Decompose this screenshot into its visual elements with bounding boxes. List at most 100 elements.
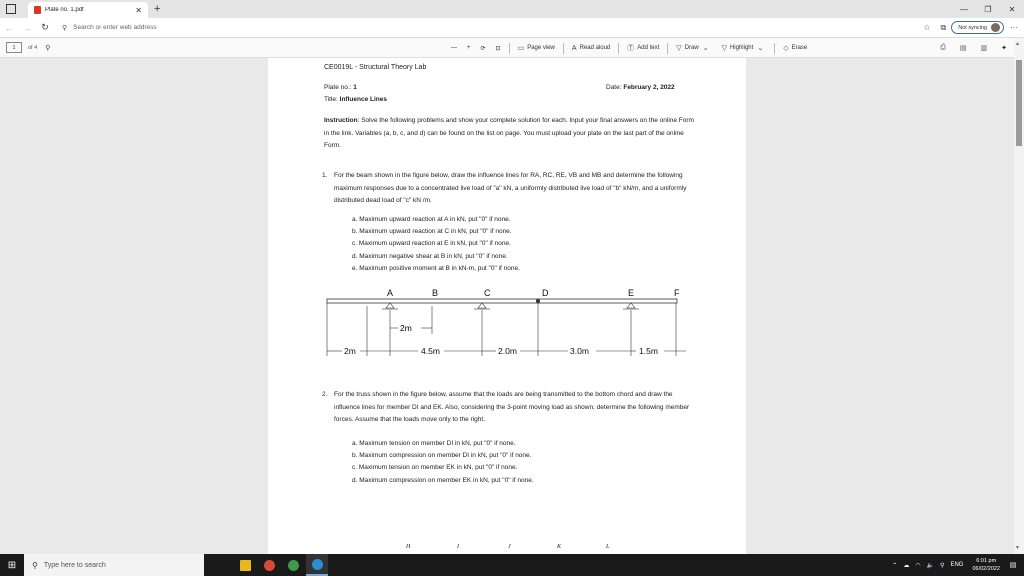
beam [326,298,678,304]
dim-label: 2m [344,346,356,356]
add-text-button[interactable]: Ⓣ Add text [627,43,659,53]
clock[interactable]: 6:01 pm 06/02/2022 [972,557,1000,573]
scroll-up-icon[interactable]: ▲ [1015,41,1020,47]
divider [618,42,620,54]
date-label: Date: [606,84,624,91]
profile-sync-button[interactable]: Not syncing [951,21,1004,34]
chevron-down-icon[interactable]: ⌄ [703,44,709,52]
beam-figure: A B C D E F 2m 2m 4.5m 2.0m 3.0m 1.5m [326,288,686,356]
question-1-items: a. Maximum upward reaction at A in kN, p… [352,214,520,275]
point-label-f: F [674,288,680,298]
date: 06/02/2022 [972,566,1000,572]
hinge-d [536,299,540,303]
chevron-down-icon[interactable]: ⌄ [757,44,763,52]
plate-label: Plate no.: [324,84,354,91]
point-label-e: E [628,288,634,298]
chrome-icon[interactable] [258,554,280,576]
cloud-icon[interactable]: ☁ [903,562,909,569]
truss-node-label: H [406,544,411,550]
tab-actions-icon[interactable] [6,4,16,14]
read-aloud-icon: A [571,44,577,52]
instruction-paragraph: Instruction: Solve the following problem… [324,115,694,153]
notification-icon[interactable]: ▤ [1006,561,1020,569]
zoom-in-button[interactable]: + [467,45,471,51]
search-icon: ⚲ [62,24,68,32]
vertical-scrollbar[interactable]: ▲ ▼ [1014,38,1024,554]
dim-label: 2.0m [498,346,517,356]
edge-icon[interactable] [306,554,328,576]
file-explorer-icon[interactable] [234,554,256,576]
chrome-profile-icon[interactable] [282,554,304,576]
address-bar: ← → ↻ ⚲ Search or enter web address ☆ ⧉ … [0,18,1024,38]
question-number: 2. [322,391,328,398]
print-icon[interactable]: ⎙ [940,44,946,52]
wifi-icon[interactable]: ◠ [915,562,920,569]
course-title: CE0019L - Structural Theory Lab [324,64,427,71]
highlight-icon: ▽ [721,45,727,52]
pdf-search-icon[interactable]: ⚲ [45,44,50,52]
save-icon[interactable]: ▤ [960,44,967,52]
fit-page-icon[interactable]: ⊡ [496,45,501,52]
pdf-viewer[interactable]: CE0019L - Structural Theory Lab Plate no… [0,58,1014,554]
more-menu-icon[interactable]: ··· [1010,23,1018,32]
read-aloud-label: Read aloud [579,45,611,51]
plate-value: 1 [353,84,357,91]
add-text-label: Add text [637,45,660,51]
question-text: For the beam shown in the figure below, … [334,172,687,204]
browser-tab[interactable]: Plate no. 1.pdf ✕ [28,2,148,18]
page-view-button[interactable]: ▭ Page view [518,44,555,52]
new-tab-icon[interactable]: + [154,3,160,15]
zoom-out-button[interactable]: — [451,45,457,51]
scrollbar-thumb[interactable] [1016,60,1022,146]
back-icon[interactable]: ← [0,23,18,33]
chevron-up-icon[interactable]: ⌃ [892,562,897,569]
list-item: e. Maximum positive moment at B in kN-m,… [352,264,520,272]
date-line: Date: February 2, 2022 [606,84,675,91]
network-icon[interactable]: ⚲ [940,562,944,569]
favorites-icon[interactable]: ☆ [923,23,930,32]
highlight-button[interactable]: ▽ Highlight ⌄ [722,44,767,52]
divider [774,42,776,54]
restore-icon[interactable]: ❐ [976,5,1000,14]
point-label-b: B [432,288,438,298]
title-bar: Plate no. 1.pdf ✕ + — ❐ ✕ [0,0,1024,18]
refresh-icon[interactable]: ↻ [36,22,54,33]
window-controls: — ❐ ✕ [952,0,1024,18]
point-label-d: D [542,288,549,298]
scroll-down-icon[interactable]: ▼ [1015,545,1020,551]
page-number-input[interactable]: 1 [6,42,22,53]
divider [562,42,564,54]
windows-start-icon[interactable]: ⊞ [0,560,24,571]
minimize-icon[interactable]: — [952,5,976,14]
read-aloud-button[interactable]: A Read aloud [572,45,610,52]
forward-icon[interactable]: → [18,23,36,33]
plate-line: Plate no.: 1 [324,84,357,91]
tab-title: Plate no. 1.pdf [45,7,84,13]
rotate-icon[interactable]: ⟳ [481,45,486,52]
taskbar-search-input[interactable]: ⚲ Type here to search [24,554,204,576]
truss-node-label: J [508,544,511,550]
language-label[interactable]: ENG [950,562,963,568]
search-icon: ⚲ [32,560,38,570]
address-input[interactable]: ⚲ Search or enter web address [62,21,902,35]
taskbar: ⊞ ⚲ Type here to search ⌃ ☁ ◠ 🔈 ⚲ ENG 6:… [0,554,1024,576]
pdf-toolbar: 1 of 4 ⚲ — + ⟳ ⊡ ▭ Page view A Read aloud … [0,38,1024,58]
list-item: b. Maximum compression on member DI in k… [352,452,532,460]
dim-label: 3.0m [570,346,589,356]
system-tray: ⌃ ☁ ◠ 🔈 ⚲ ENG 6:01 pm 06/02/2022 ▤ [889,554,1024,576]
question-text: For the truss shown in the figure below,… [334,391,690,423]
close-window-icon[interactable]: ✕ [1000,5,1024,14]
page-total: of 4 [28,44,38,51]
divider [508,42,510,54]
draw-button[interactable]: ▽ Draw ⌄ [676,44,711,52]
taskbar-search-placeholder: Type here to search [43,561,106,569]
page-view-icon: ▭ [517,45,525,52]
volume-icon[interactable]: 🔈 [927,562,934,569]
title-label: Title: [324,96,340,103]
save-as-icon[interactable]: ▥ [981,44,988,52]
erase-button[interactable]: ◇ Erase [783,44,807,52]
collections-icon[interactable]: ⧉ [941,23,947,33]
dim-inner: 2m [400,323,412,333]
pin-icon[interactable]: ✦ [1001,44,1007,52]
close-tab-icon[interactable]: ✕ [135,6,142,15]
